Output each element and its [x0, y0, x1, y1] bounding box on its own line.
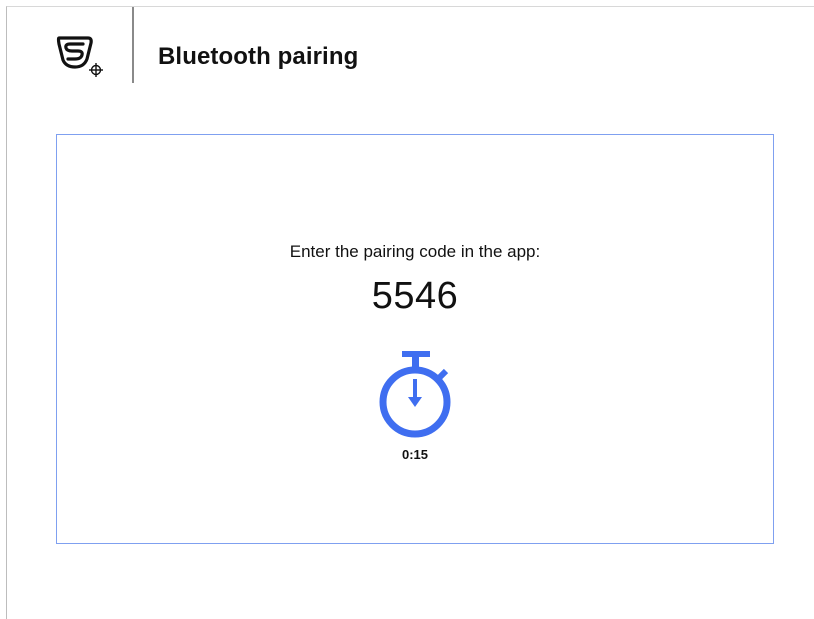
header-divider [132, 7, 134, 83]
brand-logo-icon [56, 36, 103, 77]
page-title: Bluetooth pairing [158, 43, 359, 70]
pairing-code: 5546 [371, 275, 459, 317]
countdown-timer: 0:15 [401, 447, 429, 462]
pairing-instruction: Enter the pairing code in the app: [289, 242, 541, 261]
pairing-panel: Enter the pairing code in the app: 5546 … [56, 134, 774, 544]
stopwatch-icon [379, 351, 451, 438]
